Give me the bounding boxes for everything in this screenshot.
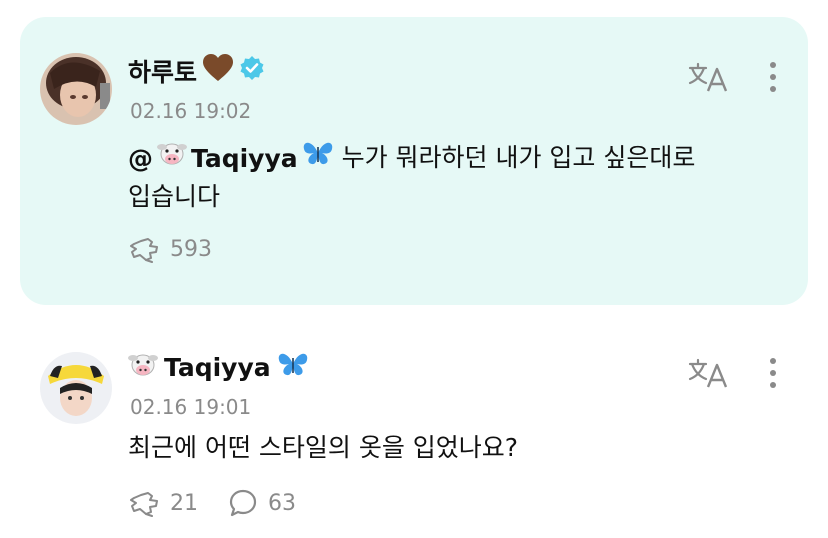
mention-at: @	[128, 143, 153, 173]
butterfly-emoji	[277, 350, 309, 384]
translate-icon	[688, 62, 728, 92]
translate-button[interactable]	[688, 61, 728, 93]
post-text: @ Taqiyya 누가 뭐라하던 내가 입고 싶은대로 입습니다	[128, 139, 778, 216]
mention-link[interactable]: @ Taqiyya	[128, 139, 334, 178]
post-text-line1: 누가 뭐라하던 내가 입고 싶은대로	[341, 143, 696, 172]
cow-emoji	[157, 139, 187, 178]
post-text-line2: 입습니다	[128, 182, 221, 211]
post-text-line1: 최근에 어떤 스타일의 옷을 입었나요?	[128, 433, 519, 462]
author-name[interactable]: 하루토	[128, 53, 197, 89]
mention-name: Taqiyya	[191, 143, 298, 173]
reaction-icon	[130, 238, 158, 263]
more-vertical-icon	[770, 62, 776, 92]
avatar[interactable]	[40, 352, 112, 424]
reaction-metric[interactable]: 593	[128, 235, 212, 263]
butterfly-emoji	[302, 139, 334, 178]
author-row: Taqiyya	[128, 350, 309, 384]
more-options-button[interactable]	[763, 57, 783, 97]
cow-emoji	[128, 350, 158, 384]
reaction-icon	[130, 492, 158, 517]
comment-count: 63	[268, 490, 296, 516]
avatar[interactable]	[40, 53, 112, 125]
reaction-count: 593	[170, 236, 212, 262]
comment-metric[interactable]: 63	[228, 488, 296, 518]
post-metrics: 21 63	[128, 488, 326, 518]
comment-icon	[229, 489, 257, 517]
post-reply[interactable]: 하루토 02.16 19:02 @ Taqiyya 누가 뭐라하던 내가 입고 …	[0, 17, 828, 305]
translate-icon	[688, 358, 728, 388]
more-vertical-icon	[770, 358, 776, 388]
post-timestamp: 02.16 19:01	[130, 395, 252, 419]
post-timestamp: 02.16 19:02	[130, 99, 252, 123]
more-options-button[interactable]	[763, 353, 783, 393]
author-row: 하루토	[128, 53, 265, 89]
post-metrics: 593	[128, 235, 242, 263]
verified-badge-icon	[239, 55, 265, 87]
reaction-metric[interactable]: 21	[128, 489, 198, 517]
brown-heart-emoji	[203, 54, 234, 88]
translate-button[interactable]	[688, 357, 728, 389]
post-text: 최근에 어떤 스타일의 옷을 입었나요?	[128, 429, 778, 467]
post-original[interactable]: Taqiyya 02.16 19:01 최근에 어떤 스타일의 옷을 입었나요?…	[0, 340, 828, 538]
reaction-count: 21	[170, 490, 198, 516]
author-name[interactable]: Taqiyya	[164, 353, 271, 382]
